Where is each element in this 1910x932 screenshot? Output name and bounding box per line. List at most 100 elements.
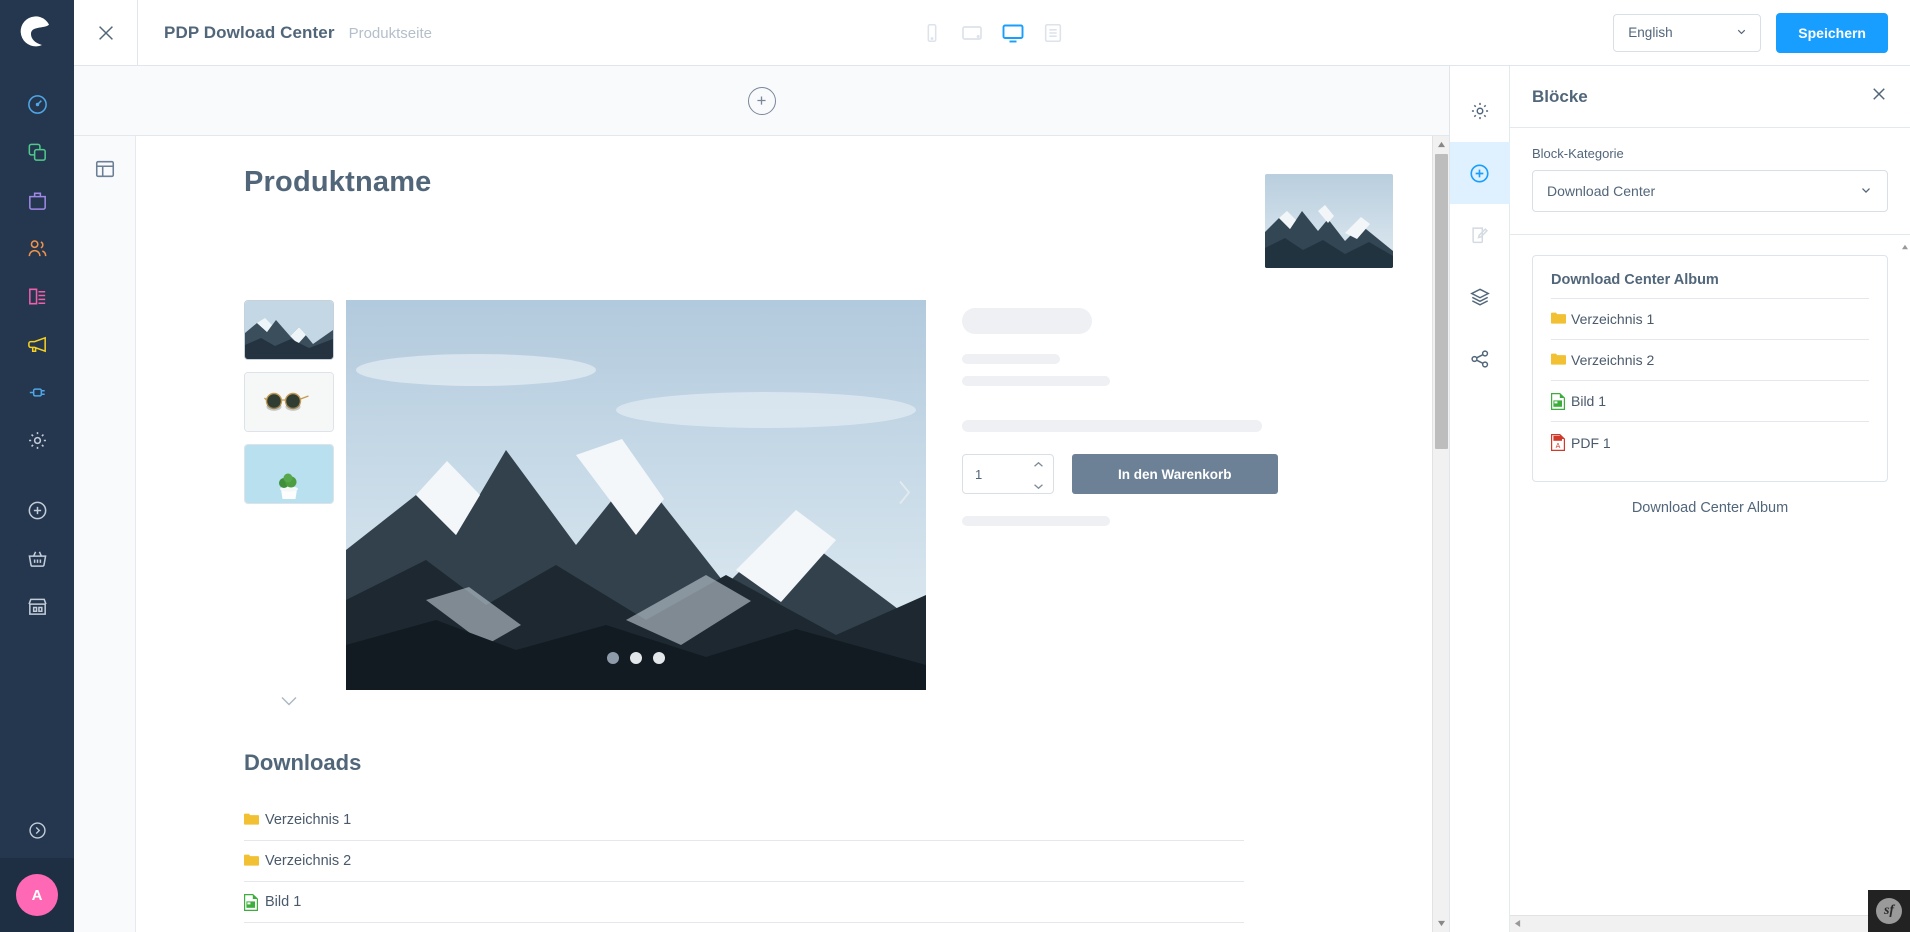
- device-desktop-icon[interactable]: [1001, 21, 1025, 45]
- language-select[interactable]: English: [1613, 13, 1762, 52]
- carousel-dot[interactable]: [630, 652, 642, 664]
- avatar[interactable]: A: [16, 874, 58, 916]
- quantity-value: 1: [975, 466, 983, 482]
- chevron-down-icon[interactable]: [244, 694, 334, 708]
- product-gallery: 1 In den Warenkorb: [244, 300, 1393, 708]
- blocks-panel-body: Download Center Album Verzeichnis 1 Verz…: [1510, 235, 1910, 932]
- tool-settings[interactable]: [1450, 80, 1510, 142]
- layout-sidebar-icon[interactable]: [94, 158, 116, 932]
- add-section-bar: [74, 66, 1449, 136]
- tool-edit-block[interactable]: [1450, 204, 1510, 266]
- thumb-sunglasses[interactable]: [244, 372, 334, 432]
- thumb-mountains[interactable]: [244, 300, 334, 360]
- panel-scrollbar-horizontal[interactable]: [1510, 915, 1910, 932]
- carousel-dot[interactable]: [653, 652, 665, 664]
- symfony-logo-icon: sf: [1876, 898, 1902, 924]
- blocks-panel-header: Blöcke: [1510, 66, 1910, 128]
- list-item[interactable]: Verzeichnis 1: [244, 800, 1244, 841]
- breadcrumb: PDP Dowload Center Produktseite: [138, 23, 432, 43]
- page-root: A PDP Dowload Center Produktseite Englis…: [0, 0, 1910, 932]
- add-to-cart-button[interactable]: In den Warenkorb: [1071, 454, 1278, 494]
- placeholder-line: [962, 354, 1060, 364]
- sidebar-item-add[interactable]: [0, 486, 74, 534]
- thumb-plant[interactable]: [244, 444, 334, 504]
- tool-layers[interactable]: [1450, 266, 1510, 328]
- placeholder-price: [962, 308, 1092, 334]
- device-form-icon[interactable]: [1042, 22, 1064, 44]
- scroll-up-icon[interactable]: [1433, 136, 1449, 153]
- product-title: Produktname: [244, 166, 432, 198]
- canvas-scroll-area[interactable]: Produktname 1 In den Warenkorb Downloads…: [136, 136, 1449, 932]
- close-icon[interactable]: [74, 0, 138, 66]
- workspace: Produktname 1 In den Warenkorb Downloads…: [74, 66, 1910, 932]
- chevron-down-icon: [1735, 25, 1748, 41]
- list-item-label: PDF 1: [1571, 434, 1611, 451]
- quantity-stepper[interactable]: 1: [962, 454, 1054, 494]
- gallery-thumbnails: [244, 300, 334, 708]
- chevron-up-icon[interactable]: [1033, 456, 1044, 471]
- list-item[interactable]: Bild 1: [244, 882, 1244, 923]
- page-title: PDP Dowload Center: [164, 22, 335, 42]
- sidebar-item-catalogues[interactable]: [0, 128, 74, 176]
- tool-add-block[interactable]: [1449, 142, 1510, 204]
- image-file-icon: [244, 893, 259, 911]
- mountain-photo: [1265, 174, 1393, 268]
- placeholder-line: [962, 516, 1110, 526]
- carousel-dot[interactable]: [607, 652, 619, 664]
- chevron-right-icon[interactable]: [896, 478, 912, 513]
- block-category-value: Download Center: [1547, 183, 1656, 199]
- carousel-dots: [346, 652, 926, 664]
- folder-icon: [244, 812, 259, 829]
- sidebar-item-settings[interactable]: [0, 416, 74, 464]
- shopware-logo-icon[interactable]: [0, 0, 74, 66]
- tool-share[interactable]: [1450, 328, 1510, 390]
- device-tablet-icon[interactable]: [960, 21, 984, 45]
- sidebar-item-customers[interactable]: [0, 224, 74, 272]
- device-mobile-icon[interactable]: [921, 22, 943, 44]
- editor-canvas: Produktname 1 In den Warenkorb Downloads…: [74, 66, 1450, 932]
- folder-icon: [1551, 352, 1566, 369]
- sidebar-item-marketing[interactable]: [0, 320, 74, 368]
- canvas-row: Produktname 1 In den Warenkorb Downloads…: [74, 136, 1449, 932]
- chevron-down-icon: [1859, 183, 1873, 200]
- panel-scrollbar-vertical[interactable]: [1902, 235, 1910, 915]
- placeholder-line: [962, 420, 1262, 432]
- scroll-left-icon[interactable]: [1514, 915, 1521, 932]
- list-item: Bild 1: [1551, 381, 1869, 422]
- sidebar-item-shopping-basket[interactable]: [0, 534, 74, 582]
- block-preview-card[interactable]: Download Center Album Verzeichnis 1 Verz…: [1532, 255, 1888, 482]
- image-file-icon: [1551, 392, 1566, 410]
- scroll-up-icon[interactable]: [1901, 237, 1909, 255]
- product-header: Produktname: [244, 166, 1393, 268]
- product-page-preview: Produktname 1 In den Warenkorb Downloads…: [136, 136, 1449, 932]
- sidebar-item-storefront[interactable]: [0, 582, 74, 630]
- plus-circle-icon[interactable]: [747, 86, 776, 115]
- canvas-gutter: [74, 136, 136, 932]
- sidebar-item-orders[interactable]: [0, 176, 74, 224]
- panel-title: Blöcke: [1532, 86, 1588, 106]
- admin-nav-items: [0, 66, 74, 630]
- sidebar-item-extensions[interactable]: [0, 368, 74, 416]
- canvas-scrollbar[interactable]: [1432, 136, 1449, 932]
- symfony-profiler-badge[interactable]: sf: [1868, 890, 1910, 932]
- gallery-hero-image[interactable]: [346, 300, 926, 690]
- block-category-filter: Block-Kategorie Download Center: [1510, 128, 1910, 235]
- topbar-actions: English Speichern: [1613, 12, 1910, 53]
- chevron-down-icon[interactable]: [1033, 478, 1044, 493]
- close-icon[interactable]: [1870, 85, 1888, 108]
- user-menu[interactable]: A: [0, 858, 74, 932]
- sidebar-item-content[interactable]: [0, 272, 74, 320]
- canvas-scrollbar-thumb[interactable]: [1435, 154, 1448, 449]
- list-item-label: Bild 1: [265, 894, 302, 910]
- main-area: PDP Dowload Center Produktseite English …: [74, 0, 1910, 932]
- list-item[interactable]: A PDF 1: [244, 923, 1244, 932]
- list-item[interactable]: Verzeichnis 2: [244, 841, 1244, 882]
- save-button[interactable]: Speichern: [1776, 12, 1888, 53]
- list-item-label: Verzeichnis 1: [265, 812, 352, 828]
- sidebar-tool-icons: [1449, 66, 1510, 932]
- help-arrow-circle-icon[interactable]: [27, 802, 48, 858]
- scroll-down-icon[interactable]: [1433, 915, 1449, 932]
- sidebar-item-dashboard[interactable]: [0, 80, 74, 128]
- list-item: A PDF 1: [1551, 422, 1869, 463]
- block-category-select[interactable]: Download Center: [1532, 170, 1888, 212]
